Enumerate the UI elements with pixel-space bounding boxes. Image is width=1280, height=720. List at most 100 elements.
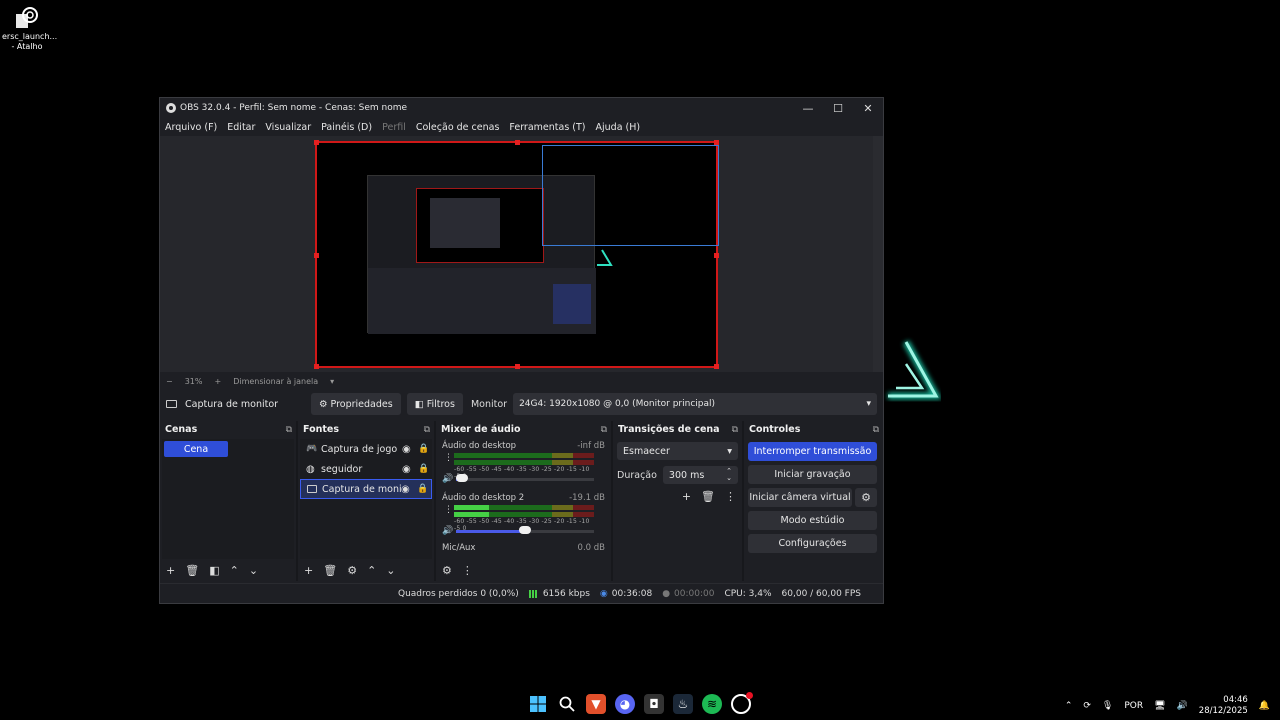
add-icon[interactable]: + bbox=[304, 564, 313, 577]
clock-date: 28/12/2025 bbox=[1198, 706, 1248, 716]
kebab-menu-icon[interactable]: ⋮ bbox=[444, 453, 453, 463]
microphone-icon[interactable]: 🎙 bbox=[1102, 701, 1113, 711]
volume-slider[interactable]: 🔊 bbox=[442, 525, 594, 536]
channel-db: 0.0 dB bbox=[577, 543, 605, 553]
kebab-menu-icon[interactable]: ⋮ bbox=[444, 505, 453, 515]
speaker-icon[interactable]: 🔊 bbox=[442, 474, 456, 484]
menu-editar[interactable]: Editar bbox=[227, 122, 255, 133]
filters-button[interactable]: ◧ Filtros bbox=[406, 393, 463, 415]
volume-meter bbox=[454, 505, 594, 517]
menu-perfil[interactable]: Perfil bbox=[382, 122, 406, 133]
eye-icon[interactable]: ◉ bbox=[402, 464, 418, 475]
desktop-shortcut[interactable]: ersc_launch... - Atalho bbox=[2, 6, 57, 52]
title-bar[interactable]: OBS 32.0.4 - Perfil: Sem nome - Cenas: S… bbox=[160, 98, 883, 118]
kebab-menu-icon[interactable]: ⋮ bbox=[725, 490, 736, 503]
preview-canvas[interactable] bbox=[314, 140, 719, 369]
volume-slider[interactable]: 🔊 bbox=[442, 473, 594, 484]
selected-source-outline[interactable] bbox=[542, 145, 719, 246]
search-icon[interactable] bbox=[557, 694, 577, 714]
spotify-icon[interactable]: ≋ bbox=[702, 694, 722, 714]
clock[interactable]: 04:46 28/12/2025 bbox=[1199, 695, 1248, 717]
sync-icon[interactable]: ⟳ bbox=[1083, 701, 1091, 711]
minimize-button[interactable]: — bbox=[793, 102, 823, 115]
menu-paineis[interactable]: Painéis (D) bbox=[321, 122, 372, 133]
gear-icon[interactable]: ⚙ bbox=[347, 564, 357, 577]
transition-select[interactable]: Esmaecer ▾ bbox=[617, 442, 738, 460]
move-up-icon[interactable]: ⌃ bbox=[230, 564, 239, 577]
chevron-up-icon[interactable]: ⌃ bbox=[1065, 701, 1073, 711]
channel-name: Mic/Aux bbox=[442, 543, 476, 553]
menu-colecao-cenas[interactable]: Coleção de cenas bbox=[416, 122, 500, 133]
move-up-icon[interactable]: ⌃ bbox=[367, 564, 376, 577]
preview-area[interactable] bbox=[160, 136, 883, 372]
zoom-dropdown-icon[interactable]: ▾ bbox=[330, 377, 334, 386]
language-indicator[interactable]: POR bbox=[1124, 701, 1143, 711]
trash-icon[interactable]: 🗑 bbox=[701, 490, 715, 503]
monitor-icon bbox=[166, 400, 177, 408]
scenes-list: Cena bbox=[162, 439, 294, 559]
discord-icon[interactable]: ◕ bbox=[615, 694, 635, 714]
stop-stream-button[interactable]: Interromper transmissão bbox=[748, 442, 877, 461]
virtual-camera-settings-gear-icon[interactable]: ⚙ bbox=[855, 488, 877, 507]
lock-icon[interactable]: 🔒 bbox=[418, 444, 432, 454]
menu-ajuda[interactable]: Ajuda (H) bbox=[596, 122, 641, 133]
spinner-icon[interactable]: ⌃ ⌄ bbox=[726, 468, 732, 482]
kebab-menu-icon[interactable]: ⋮ bbox=[462, 564, 473, 577]
undock-icon[interactable]: ⧉ bbox=[424, 425, 430, 435]
network-icon[interactable]: 🖥 bbox=[1154, 701, 1165, 711]
move-down-icon[interactable]: ⌄ bbox=[249, 564, 258, 577]
taskbar: ▼ ◕ ◘ ♨ ≋ ⌃ ⟳ 🎙 POR 🖥 🔊 04:46 28/12/2025… bbox=[0, 688, 1280, 720]
volume-icon[interactable]: 🔊 bbox=[1177, 701, 1188, 711]
system-tray: ⌃ ⟳ 🎙 POR 🖥 🔊 04:46 28/12/2025 🔔 bbox=[1054, 695, 1270, 717]
source-row-selected[interactable]: Captura de monito ◉ 🔒 bbox=[300, 479, 432, 499]
obs-taskbar-icon[interactable] bbox=[731, 692, 753, 714]
trash-icon[interactable]: 🗑 bbox=[323, 564, 337, 577]
epic-games-icon[interactable]: ◘ bbox=[644, 694, 664, 714]
lock-icon[interactable]: 🔒 bbox=[417, 484, 431, 494]
preview-scrollbar[interactable] bbox=[873, 136, 883, 372]
add-icon[interactable]: + bbox=[682, 490, 691, 503]
maximize-button[interactable]: ☐ bbox=[823, 102, 853, 115]
zoom-out-button[interactable]: − bbox=[166, 377, 173, 386]
monitor-select[interactable]: 24G4: 1920x1080 @ 0,0 (Monitor principal… bbox=[513, 393, 877, 415]
undock-icon[interactable]: ⧉ bbox=[873, 425, 879, 435]
speaker-icon[interactable]: 🔊 bbox=[442, 526, 456, 536]
cpu-usage: CPU: 3,4% bbox=[724, 588, 772, 599]
zoom-in-button[interactable]: + bbox=[214, 377, 221, 386]
steam-icon[interactable]: ♨ bbox=[673, 694, 693, 714]
obs-window: OBS 32.0.4 - Perfil: Sem nome - Cenas: S… bbox=[159, 97, 884, 604]
settings-button[interactable]: Configurações bbox=[748, 534, 877, 553]
start-virtual-camera-button[interactable]: Iniciar câmera virtual bbox=[748, 488, 852, 507]
menu-arquivo[interactable]: Arquivo (F) bbox=[165, 122, 217, 133]
trash-icon[interactable]: 🗑 bbox=[185, 564, 199, 577]
menu-ferramentas[interactable]: Ferramentas (T) bbox=[509, 122, 585, 133]
close-button[interactable]: ✕ bbox=[853, 102, 883, 115]
menu-bar: Arquivo (F) Editar Visualizar Painéis (D… bbox=[160, 118, 883, 136]
start-recording-button[interactable]: Iniciar gravação bbox=[748, 465, 877, 484]
undock-icon[interactable]: ⧉ bbox=[601, 425, 607, 435]
lock-icon[interactable]: 🔒 bbox=[418, 464, 432, 474]
source-row[interactable]: 🎮 Captura de jogo ◉ 🔒 bbox=[300, 439, 432, 459]
obs-logo-icon bbox=[166, 103, 176, 113]
duration-input[interactable]: 300 ms ⌃ ⌄ bbox=[662, 466, 738, 484]
undock-icon[interactable]: ⧉ bbox=[732, 425, 738, 435]
scene-item[interactable]: Cena bbox=[164, 441, 228, 457]
source-row[interactable]: ◍ seguidor ◉ 🔒 bbox=[300, 459, 432, 479]
globe-icon: ◍ bbox=[306, 463, 315, 475]
windows-start-icon[interactable] bbox=[528, 694, 548, 714]
channel-db: -19.1 dB bbox=[569, 493, 605, 503]
scenes-title: Cenas bbox=[165, 424, 198, 435]
eye-icon[interactable]: ◉ bbox=[401, 484, 417, 495]
zoom-mode[interactable]: Dimensionar à janela bbox=[233, 377, 318, 386]
studio-mode-button[interactable]: Modo estúdio bbox=[748, 511, 877, 530]
notification-icon[interactable]: 🔔 bbox=[1259, 701, 1270, 711]
add-icon[interactable]: + bbox=[166, 564, 175, 577]
eye-icon[interactable]: ◉ bbox=[402, 444, 418, 455]
undock-icon[interactable]: ⧉ bbox=[286, 425, 292, 435]
advanced-audio-icon[interactable]: ⚙ bbox=[442, 564, 452, 577]
move-down-icon[interactable]: ⌄ bbox=[386, 564, 395, 577]
menu-visualizar[interactable]: Visualizar bbox=[265, 122, 311, 133]
properties-button[interactable]: ⚙ Propriedades bbox=[311, 393, 401, 415]
brave-browser-icon[interactable]: ▼ bbox=[586, 694, 606, 714]
filter-icon[interactable]: ◧ bbox=[209, 564, 219, 577]
